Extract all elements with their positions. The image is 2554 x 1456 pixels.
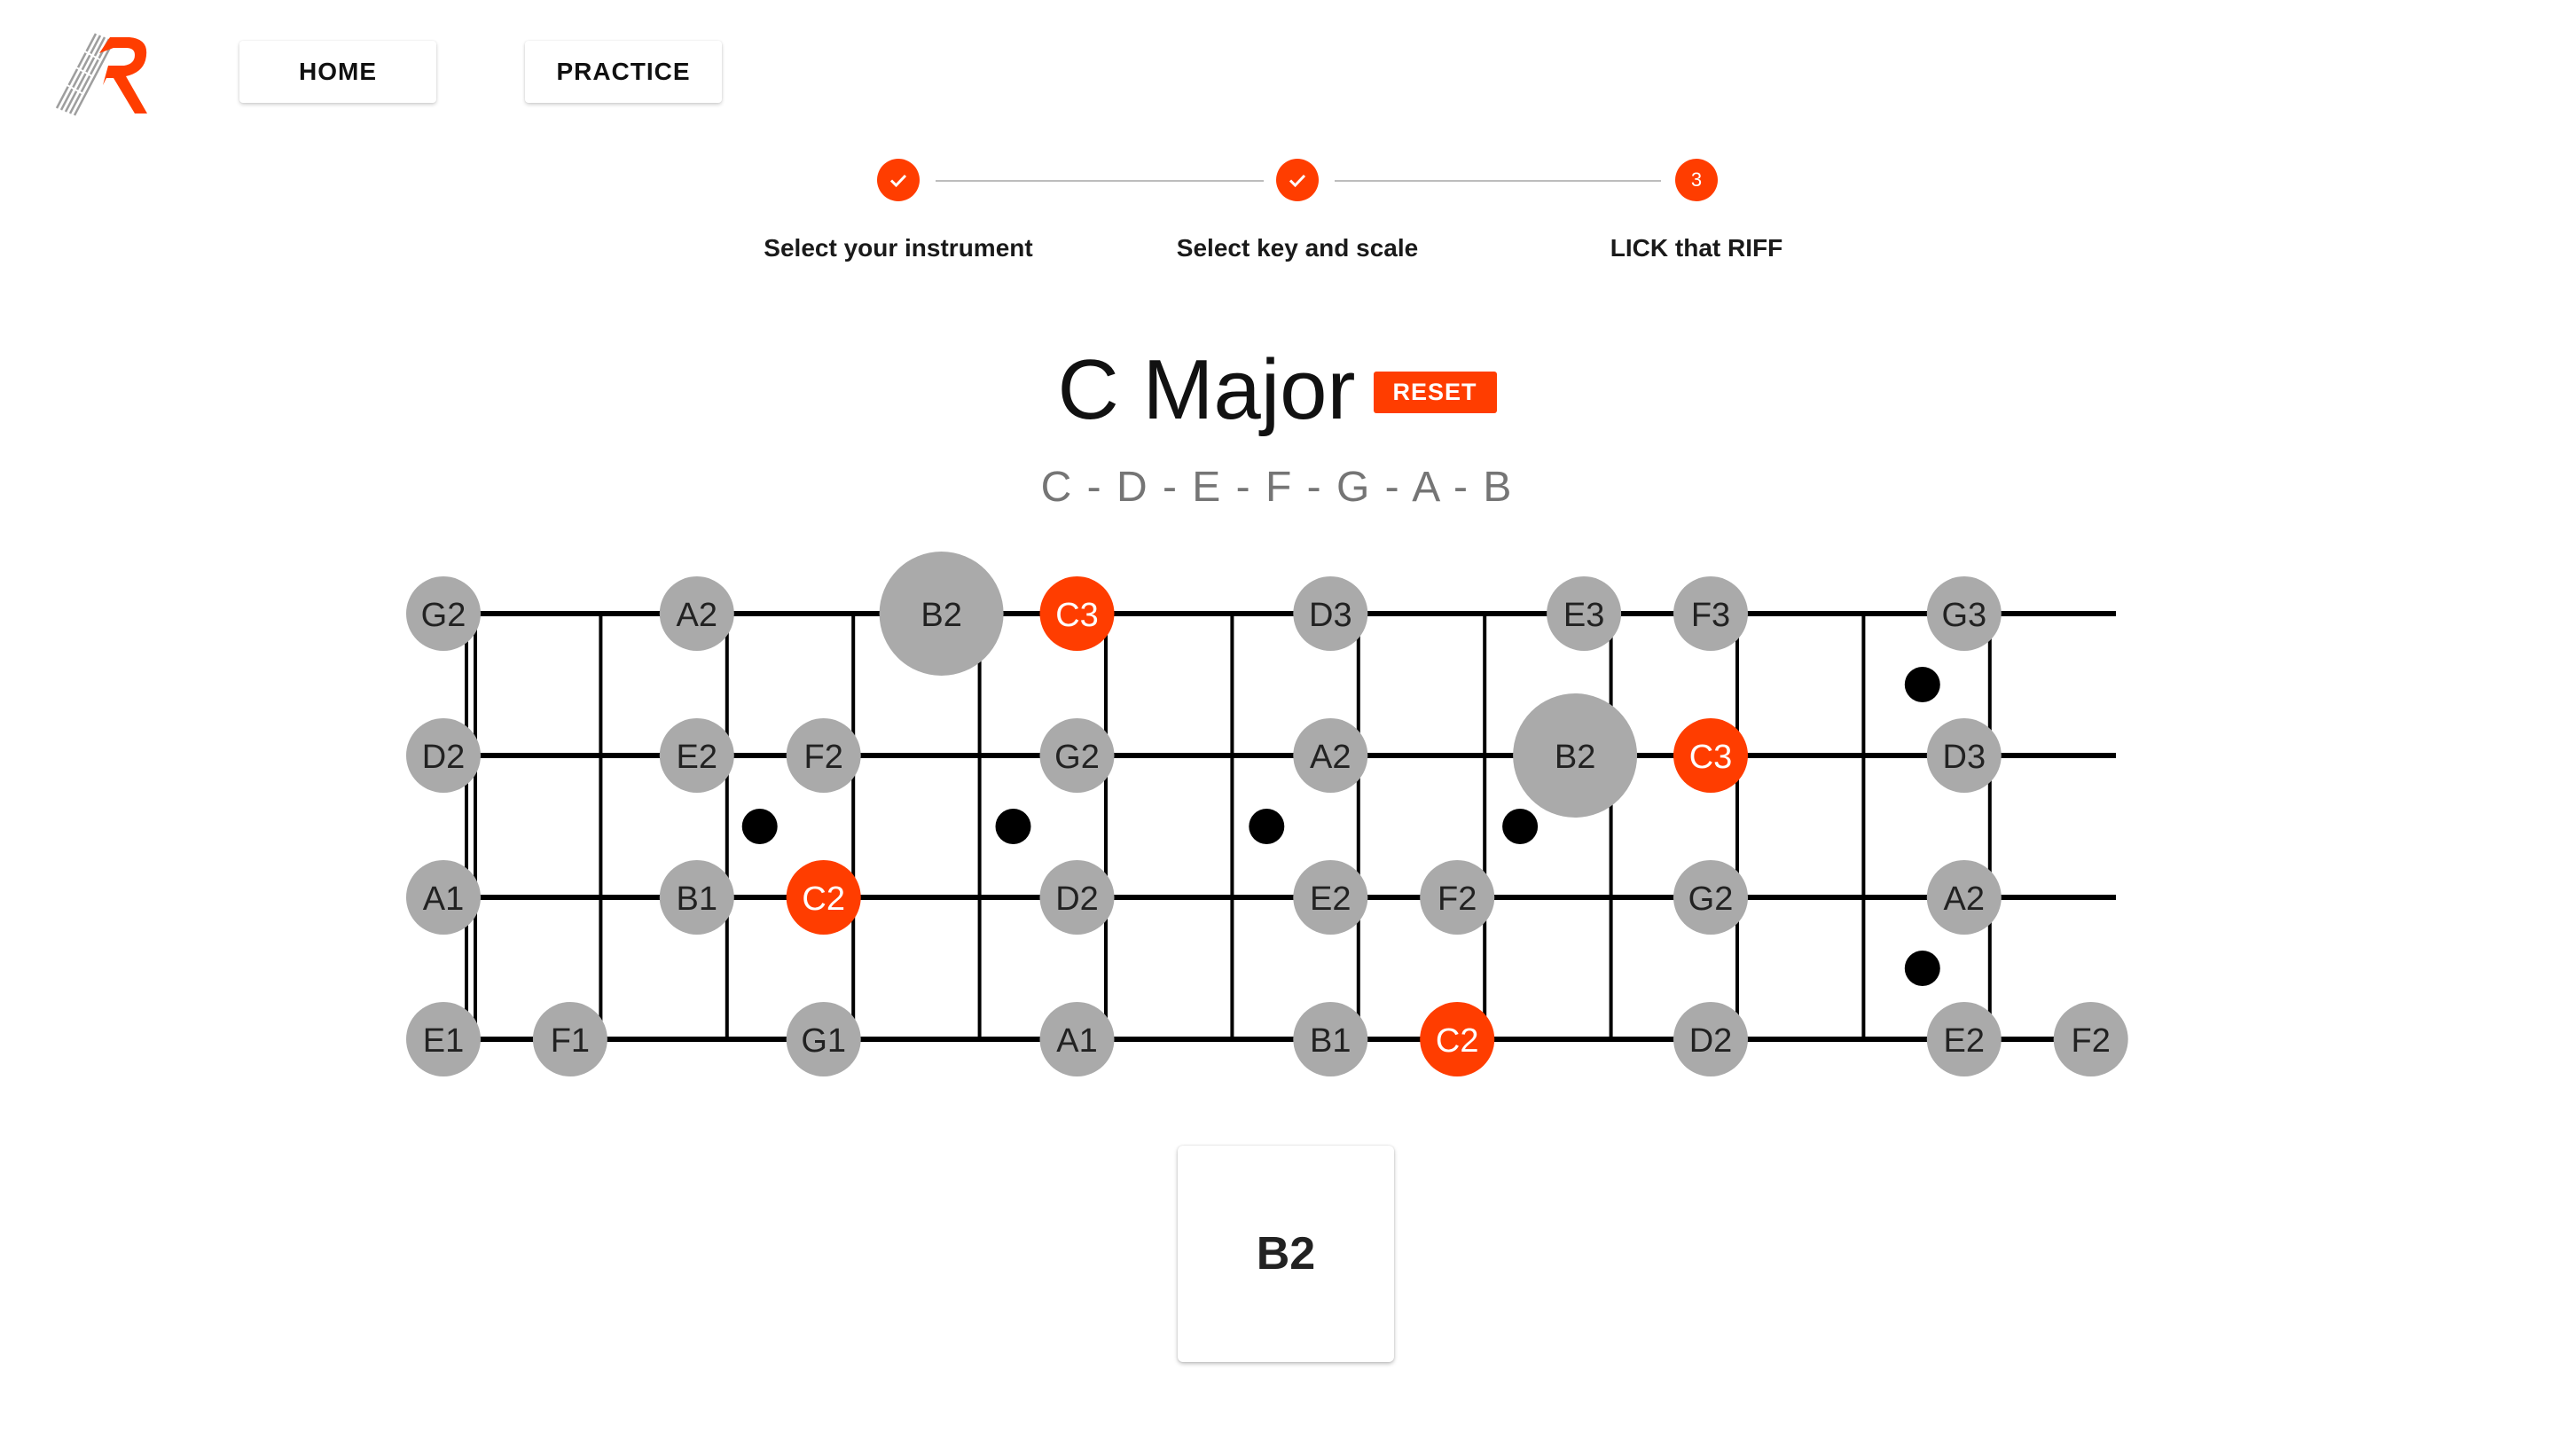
note-label: C2: [802, 881, 845, 918]
note-label: A2: [1310, 739, 1351, 776]
note-b1[interactable]: B1: [659, 860, 734, 935]
note-d3[interactable]: D3: [1926, 718, 2002, 793]
note-d2[interactable]: D2: [406, 718, 481, 793]
note-e1[interactable]: E1: [406, 1002, 481, 1076]
note-d3[interactable]: D3: [1293, 576, 1368, 651]
note-label: F2: [804, 739, 843, 776]
note-label: B2: [921, 597, 961, 634]
note-label: A1: [1056, 1022, 1097, 1060]
note-label: A2: [1944, 881, 1985, 918]
note-e3[interactable]: E3: [1547, 576, 1622, 651]
note-f2[interactable]: F2: [786, 718, 861, 793]
note-label: E2: [1310, 881, 1351, 918]
note-g2[interactable]: G2: [1673, 860, 1748, 935]
note-c3[interactable]: C3: [1039, 576, 1115, 651]
note-label: B1: [1310, 1022, 1351, 1060]
note-c2[interactable]: C2: [786, 860, 861, 935]
note-label: A2: [677, 597, 717, 634]
note-g2[interactable]: G2: [1039, 718, 1115, 793]
note-label: D3: [1309, 597, 1352, 634]
note-g3[interactable]: G3: [1926, 576, 2002, 651]
note-label: E2: [677, 739, 717, 776]
note-label: D3: [1943, 739, 1986, 776]
note-label: B2: [1555, 739, 1595, 776]
note-label: C3: [1055, 597, 1099, 634]
note-a2[interactable]: A2: [1926, 860, 2002, 935]
fret-marker-dot: [995, 809, 1031, 844]
note-label: E2: [1944, 1022, 1985, 1060]
note-label: G2: [1688, 881, 1734, 918]
note-d2[interactable]: D2: [1673, 1002, 1748, 1076]
note-label: G2: [421, 597, 466, 634]
note-label: G3: [1941, 597, 1986, 634]
note-label: C3: [1689, 739, 1733, 776]
note-g2[interactable]: G2: [406, 576, 481, 651]
note-label: F2: [2072, 1022, 2111, 1060]
note-label: D2: [1055, 881, 1099, 918]
fret-marker-dot: [741, 809, 778, 844]
note-b2[interactable]: B2: [1513, 693, 1638, 818]
note-e2[interactable]: E2: [1926, 1002, 2002, 1076]
note-a1[interactable]: A1: [406, 860, 481, 935]
note-b1[interactable]: B1: [1293, 1002, 1368, 1076]
note-e2[interactable]: E2: [659, 718, 734, 793]
note-label: D2: [422, 739, 466, 776]
note-g1[interactable]: G1: [786, 1002, 861, 1076]
current-note-display: B2: [1178, 1146, 1394, 1362]
note-label: D2: [1689, 1022, 1733, 1060]
note-f2[interactable]: F2: [1420, 860, 1495, 935]
note-d2[interactable]: D2: [1039, 860, 1115, 935]
note-f1[interactable]: F1: [532, 1002, 607, 1076]
note-c3[interactable]: C3: [1673, 718, 1748, 793]
fret-marker-dot: [1904, 951, 1940, 986]
note-a1[interactable]: A1: [1039, 1002, 1115, 1076]
note-a2[interactable]: A2: [659, 576, 734, 651]
fret-marker-dot: [1249, 809, 1285, 844]
note-label: G2: [1054, 739, 1100, 776]
note-a2[interactable]: A2: [1293, 718, 1368, 793]
note-f2[interactable]: F2: [2053, 1002, 2128, 1076]
note-label: B1: [677, 881, 717, 918]
note-label: F1: [551, 1022, 590, 1060]
note-label: E3: [1563, 597, 1604, 634]
note-e2[interactable]: E2: [1293, 860, 1368, 935]
note-label: A1: [423, 881, 464, 918]
note-label: G1: [801, 1022, 846, 1060]
note-label: F3: [1691, 597, 1730, 634]
note-label: E1: [423, 1022, 464, 1060]
note-c2[interactable]: C2: [1420, 1002, 1495, 1076]
note-label: F2: [1438, 881, 1477, 918]
fret-marker-dot: [1904, 667, 1940, 702]
fret-marker-dot: [1502, 809, 1539, 844]
note-label: C2: [1436, 1022, 1479, 1060]
note-f3[interactable]: F3: [1673, 576, 1748, 651]
note-b2[interactable]: B2: [879, 552, 1004, 676]
